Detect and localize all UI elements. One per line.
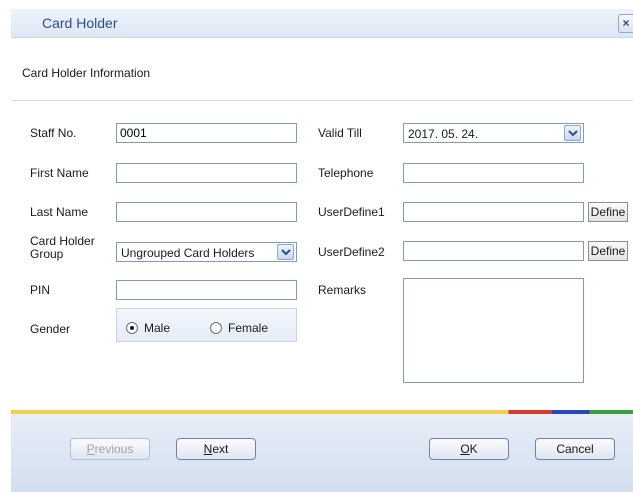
valid-till-dropdown-button[interactable] xyxy=(564,125,581,141)
valid-till-value: 2017. 05. 24. xyxy=(408,127,479,141)
define1-button[interactable]: Define xyxy=(588,202,628,222)
group-label-line2: Group xyxy=(30,247,64,261)
userdefine1-input[interactable] xyxy=(403,202,584,222)
ok-button[interactable]: OK xyxy=(429,438,509,460)
gender-female-label[interactable]: Female xyxy=(228,321,268,335)
group-selected-value: Ungrouped Card Holders xyxy=(121,246,255,260)
valid-till-label: Valid Till xyxy=(318,126,362,140)
card-holder-group-select[interactable]: Ungrouped Card Holders xyxy=(116,242,297,262)
next-label: ext xyxy=(212,442,229,456)
close-button[interactable]: × xyxy=(618,14,633,33)
define2-button[interactable]: Define xyxy=(588,241,628,261)
card-holder-group-label: Card Holder Group xyxy=(30,235,95,261)
first-name-input[interactable] xyxy=(116,163,297,183)
ok-mnemonic: O xyxy=(460,442,470,456)
gender-male-label[interactable]: Male xyxy=(144,321,170,335)
gender-radio-group: Male Female xyxy=(116,308,297,342)
cancel-button[interactable]: Cancel xyxy=(535,438,615,460)
staff-no-input[interactable] xyxy=(116,123,297,143)
userdefine2-label: UserDefine2 xyxy=(318,245,385,259)
telephone-input[interactable] xyxy=(403,163,584,183)
telephone-label: Telephone xyxy=(318,166,374,180)
gender-female-radio[interactable] xyxy=(210,322,222,334)
staff-no-label: Staff No. xyxy=(30,126,77,140)
close-icon: × xyxy=(622,16,630,30)
first-name-label: First Name xyxy=(30,166,89,180)
gender-label: Gender xyxy=(30,322,71,336)
ok-label: K xyxy=(469,442,478,456)
last-name-label: Last Name xyxy=(30,205,89,219)
pin-label: PIN xyxy=(30,283,51,297)
footer-bar: Previous Next OK Cancel xyxy=(11,414,633,492)
chevron-down-icon xyxy=(568,130,578,137)
remarks-textarea[interactable] xyxy=(403,278,584,383)
chevron-down-icon xyxy=(281,249,291,256)
previous-mnemonic: P xyxy=(86,442,95,456)
gender-male-radio[interactable] xyxy=(126,322,138,334)
last-name-input[interactable] xyxy=(116,202,297,222)
userdefine1-label: UserDefine1 xyxy=(318,205,385,219)
title-bar: Card Holder × xyxy=(11,9,633,38)
remarks-label: Remarks xyxy=(318,283,367,297)
window-title: Card Holder xyxy=(42,15,118,31)
pin-input[interactable] xyxy=(116,280,297,300)
next-button[interactable]: Next xyxy=(176,438,256,460)
valid-till-date-picker[interactable]: 2017. 05. 24. xyxy=(403,123,584,143)
group-dropdown-button[interactable] xyxy=(277,244,294,260)
previous-label: revious xyxy=(94,442,134,456)
section-title: Card Holder Information xyxy=(22,66,151,80)
userdefine2-input[interactable] xyxy=(403,241,584,261)
previous-button[interactable]: Previous xyxy=(70,438,150,460)
